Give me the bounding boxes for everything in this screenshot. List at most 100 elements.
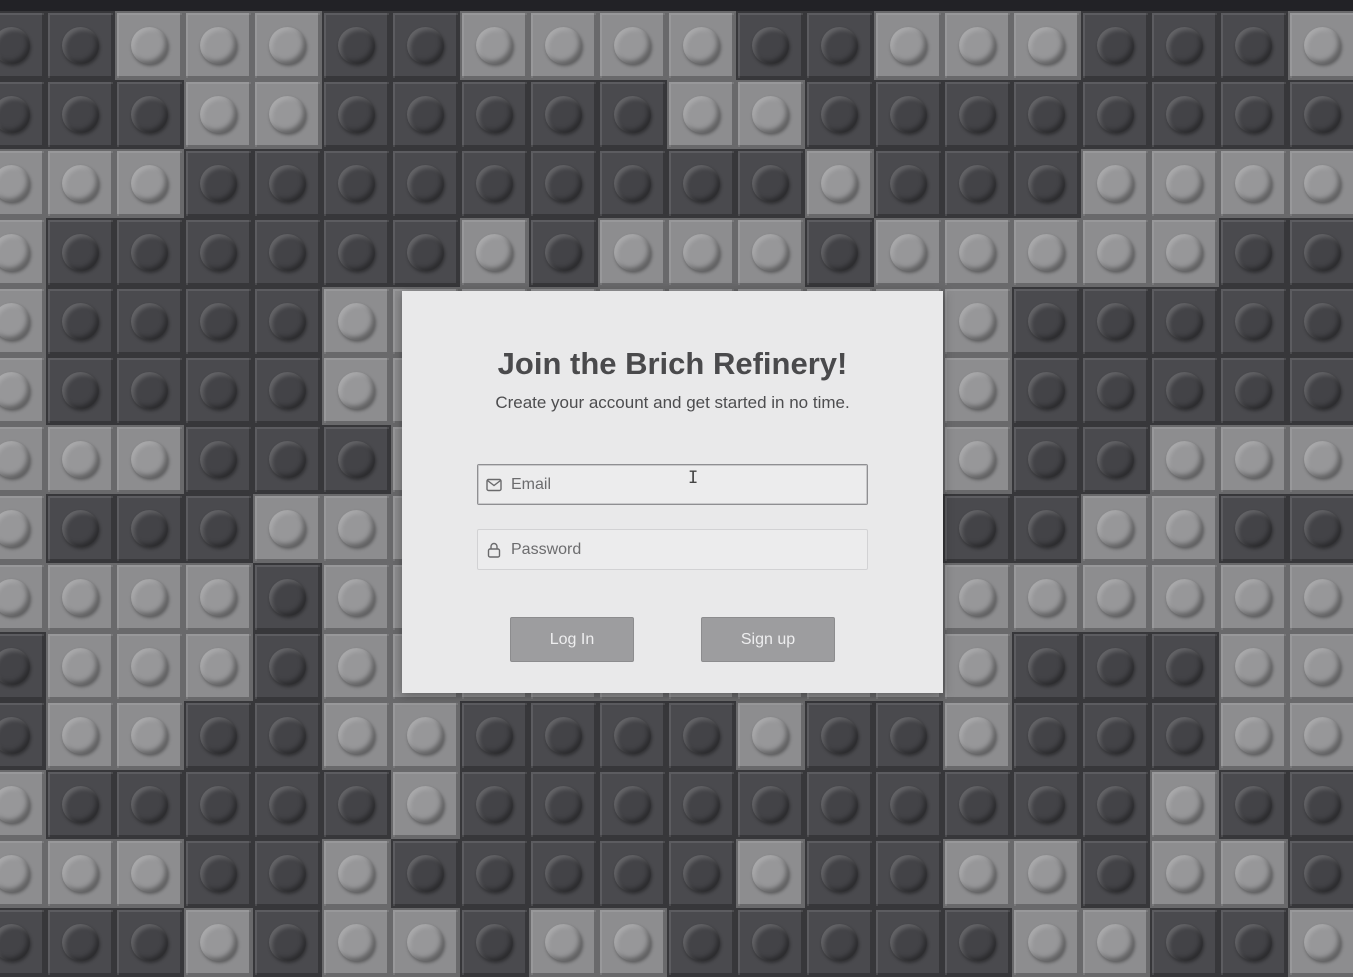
brick-tile <box>1150 770 1219 839</box>
brick-tile <box>391 11 460 80</box>
brick-tile <box>736 770 805 839</box>
brick-tile <box>0 218 46 287</box>
brick-tile <box>253 563 322 632</box>
brick-tile <box>253 425 322 494</box>
brick-tile <box>1219 701 1288 770</box>
brick-tile <box>598 770 667 839</box>
brick-tile <box>322 632 391 701</box>
brick-tile <box>1081 218 1150 287</box>
password-field[interactable] <box>477 529 868 570</box>
brick-tile <box>115 770 184 839</box>
brick-tile <box>598 11 667 80</box>
brick-tile <box>115 80 184 149</box>
brick-tile <box>667 770 736 839</box>
brick-tile <box>874 839 943 908</box>
brick-tile <box>391 908 460 977</box>
brick-tile <box>46 356 115 425</box>
brick-tile <box>46 287 115 356</box>
signup-button[interactable]: Sign up <box>701 617 835 662</box>
brick-tile <box>0 356 46 425</box>
brick-tile <box>184 149 253 218</box>
brick-tile <box>46 770 115 839</box>
brick-tile <box>1150 80 1219 149</box>
brick-tile <box>1219 11 1288 80</box>
brick-tile <box>1012 770 1081 839</box>
brick-tile <box>115 494 184 563</box>
brick-tile <box>184 563 253 632</box>
brick-tile <box>529 839 598 908</box>
brick-tile <box>805 839 874 908</box>
brick-tile <box>667 218 736 287</box>
brick-tile <box>1081 494 1150 563</box>
brick-tile <box>1288 770 1353 839</box>
brick-tile <box>1150 11 1219 80</box>
email-input[interactable] <box>509 474 853 495</box>
brick-tile <box>115 218 184 287</box>
brick-tile <box>1081 149 1150 218</box>
brick-tile <box>46 218 115 287</box>
brick-tile <box>943 701 1012 770</box>
brick-tile <box>46 839 115 908</box>
brick-tile <box>322 701 391 770</box>
brick-tile <box>943 287 1012 356</box>
brick-tile <box>529 80 598 149</box>
brick-tile <box>667 11 736 80</box>
page-title: Join the Brich Refinery! <box>497 346 848 381</box>
brick-tile <box>1219 149 1288 218</box>
brick-tile <box>943 80 1012 149</box>
brick-tile <box>1219 425 1288 494</box>
brick-tile <box>667 80 736 149</box>
brick-tile <box>115 701 184 770</box>
brick-tile <box>1150 218 1219 287</box>
brick-tile <box>46 908 115 977</box>
brick-tile <box>46 149 115 218</box>
brick-tile <box>1012 494 1081 563</box>
brick-tile <box>253 908 322 977</box>
brick-tile <box>460 839 529 908</box>
brick-tile <box>529 701 598 770</box>
brick-tile <box>667 149 736 218</box>
brick-tile <box>1012 839 1081 908</box>
brick-tile <box>322 425 391 494</box>
brick-tile <box>1081 839 1150 908</box>
brick-tile <box>460 149 529 218</box>
brick-tile <box>115 287 184 356</box>
brick-tile <box>46 11 115 80</box>
brick-tile <box>598 839 667 908</box>
brick-tile <box>115 908 184 977</box>
brick-tile <box>943 494 1012 563</box>
brick-tile <box>322 563 391 632</box>
lock-icon <box>486 542 502 558</box>
brick-tile <box>1288 356 1353 425</box>
brick-tile <box>1081 425 1150 494</box>
brick-tile <box>943 356 1012 425</box>
brick-tile <box>253 770 322 839</box>
brick-tile <box>391 149 460 218</box>
brick-tile <box>1288 908 1353 977</box>
brick-tile <box>46 701 115 770</box>
brick-tile <box>529 11 598 80</box>
brick-tile <box>529 218 598 287</box>
brick-tile <box>1288 80 1353 149</box>
brick-tile <box>460 218 529 287</box>
brick-tile <box>322 770 391 839</box>
password-input[interactable] <box>509 539 853 560</box>
brick-tile <box>115 356 184 425</box>
brick-tile <box>1081 701 1150 770</box>
brick-tile <box>253 149 322 218</box>
brick-tile <box>1012 218 1081 287</box>
brick-tile <box>0 770 46 839</box>
email-field[interactable] <box>477 464 868 505</box>
brick-tile <box>460 908 529 977</box>
brick-tile <box>736 839 805 908</box>
brick-tile <box>184 425 253 494</box>
brick-tile <box>1219 80 1288 149</box>
brick-tile <box>1150 494 1219 563</box>
brick-tile <box>253 494 322 563</box>
brick-tile <box>115 632 184 701</box>
brick-tile <box>598 80 667 149</box>
brick-tile <box>1150 839 1219 908</box>
brick-tile <box>1288 563 1353 632</box>
brick-tile <box>0 149 46 218</box>
login-button[interactable]: Log In <box>510 617 634 662</box>
